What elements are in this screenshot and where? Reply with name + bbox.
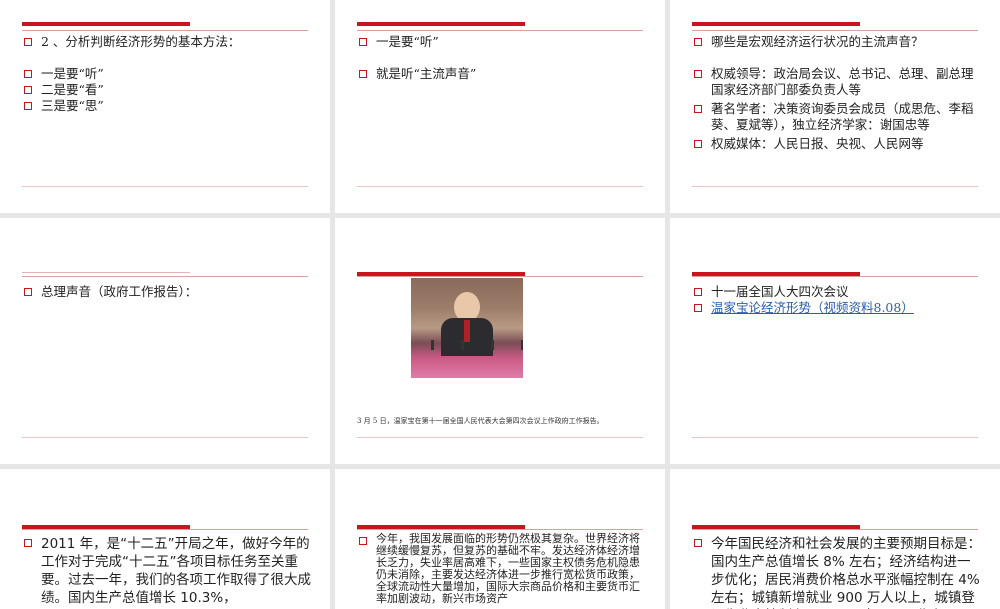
list-item: 温家宝论经济形势（视频资料8.08） <box>694 300 982 316</box>
title-divider <box>357 529 643 530</box>
title-divider <box>357 276 643 277</box>
list-item: 总理声音（政府工作报告）： <box>24 284 312 300</box>
list-item: 权威领导：政治局会议、总书记、总理、副总理 国家经济部门部委负责人等 <box>694 66 982 98</box>
list-item: 权威媒体：人民日报、央视、人民网等 <box>694 136 982 152</box>
footer-divider <box>22 437 308 438</box>
speaker-photo <box>411 278 523 378</box>
title-divider <box>692 276 978 277</box>
title-divider <box>22 30 308 31</box>
list-item: 一是要“听” <box>359 34 647 50</box>
list-item: 2011 年，是“十二五”开局之年，做好今年的工作对于完成“十二五”各项目标任务… <box>24 535 312 607</box>
title-divider <box>22 529 308 530</box>
footer-divider <box>357 186 643 187</box>
slide-thumbnail-3[interactable]: 哪些是宏观经济运行状况的主流声音？ 权威领导：政治局会议、总书记、总理、副总理 … <box>670 0 1000 213</box>
title-divider <box>692 30 978 31</box>
slide-thumbnail-5[interactable]: 3 月 5 日，温家宝在第十一届全国人民代表大会第四次会议上作政府工作报告。 <box>335 218 665 464</box>
slide-heading: 哪些是宏观经济运行状况的主流声音？ <box>694 34 982 50</box>
title-accent-bar <box>357 22 525 26</box>
list-item: 二是要“看” <box>24 82 312 98</box>
slide-heading: 2 、分析判断经济形势的基本方法： <box>24 34 312 50</box>
slide-thumbnail-4[interactable]: 总理声音（政府工作报告）： <box>0 218 330 464</box>
footer-divider <box>22 186 308 187</box>
footer-divider <box>692 186 978 187</box>
list-item: 今年，我国发展面临的形势仍然极其复杂。世界经济将继续缓慢复苏，但复苏的基础不牢。… <box>359 533 647 605</box>
slide-thumbnail-2[interactable]: 一是要“听” 就是听“主流声音” <box>335 0 665 213</box>
list-item: 就是听“主流声音” <box>359 66 647 82</box>
list-item: 一是要“听” <box>24 66 312 82</box>
list-item: 十一届全国人大四次会议 <box>694 284 982 300</box>
list-item: 著名学者：决策资询委员会成员（成思危、李稻葵、夏斌等），独立经济学家：谢国忠等 <box>694 101 982 133</box>
slide-thumbnail-8[interactable]: 今年，我国发展面临的形势仍然极其复杂。世界经济将继续缓慢复苏，但复苏的基础不牢。… <box>335 469 665 609</box>
slide-thumbnail-6[interactable]: 十一届全国人大四次会议 温家宝论经济形势（视频资料8.08） <box>670 218 1000 464</box>
slide-thumbnail-7[interactable]: 2011 年，是“十二五”开局之年，做好今年的工作对于完成“十二五”各项目标任务… <box>0 469 330 609</box>
slide-thumbnail-9[interactable]: 今年国民经济和社会发展的主要预期目标是：国内生产总值增长 8% 左右；经济结构进… <box>670 469 1000 609</box>
footer-divider <box>692 437 978 438</box>
title-accent-bar <box>692 22 860 26</box>
title-divider <box>22 276 308 277</box>
list-item: 今年国民经济和社会发展的主要预期目标是：国内生产总值增长 8% 左右；经济结构进… <box>694 535 982 609</box>
list-item: 三是要“思” <box>24 98 312 114</box>
photo-caption: 3 月 5 日，温家宝在第十一届全国人民代表大会第四次会议上作政府工作报告。 <box>357 417 604 425</box>
slide-thumbnail-1[interactable]: 2 、分析判断经济形势的基本方法： 一是要“听” 二是要“看” 三是要“思” <box>0 0 330 213</box>
title-divider <box>692 529 978 530</box>
title-accent-bar <box>22 22 190 26</box>
footer-divider <box>357 437 643 438</box>
title-accent-bar <box>22 272 190 273</box>
title-divider <box>357 30 643 31</box>
video-link[interactable]: 温家宝论经济形势（视频资料8.08） <box>711 300 914 315</box>
